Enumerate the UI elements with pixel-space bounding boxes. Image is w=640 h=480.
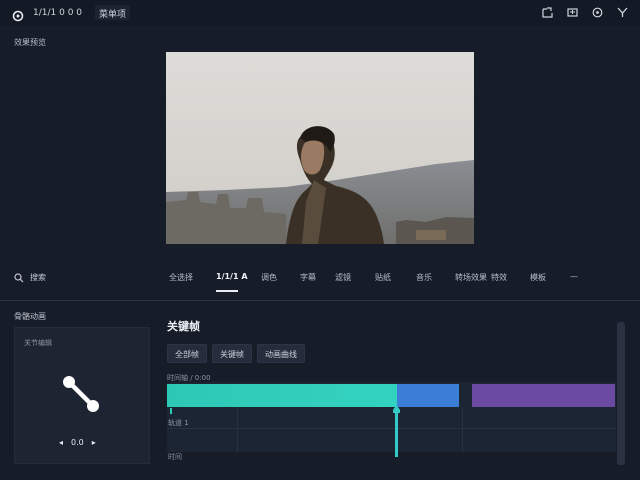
joint-value: 0.0 xyxy=(71,438,84,447)
keyframe-marker[interactable] xyxy=(170,408,172,414)
top-bar: 1/1/1 0 0 0 菜单项 xyxy=(0,0,640,26)
preview-label: 效果预览 xyxy=(14,38,46,47)
menu-button[interactable]: 菜单项 xyxy=(95,5,131,20)
tab-music[interactable]: 音乐 xyxy=(416,272,432,283)
tab-subtitle[interactable]: 字幕 xyxy=(300,272,316,283)
project-name: 1/1/1 0 0 0 xyxy=(33,8,83,18)
section-divider xyxy=(0,300,640,301)
tab-color[interactable]: 调色 xyxy=(261,272,277,283)
share-icon[interactable] xyxy=(616,6,629,19)
search-tool-label: 搜索 xyxy=(30,273,46,282)
tab-effects[interactable]: 特效 xyxy=(491,272,507,283)
time-label: 时间 xyxy=(168,453,182,461)
tab-more[interactable]: — xyxy=(570,272,578,281)
skeleton-panel[interactable]: 关节编辑 ◂ 0.0 ▸ xyxy=(14,327,150,464)
tab-transition[interactable]: 转场效果 xyxy=(455,272,487,283)
tab-select-all[interactable]: 全选择 xyxy=(169,272,193,283)
vertical-scrollbar[interactable] xyxy=(617,322,625,465)
increase-icon[interactable]: ▸ xyxy=(92,438,96,447)
expand-icon[interactable] xyxy=(566,6,579,19)
bone-joint-icon[interactable] xyxy=(61,374,101,414)
timeline-gridline xyxy=(167,428,616,429)
timeline-clip-teal[interactable] xyxy=(167,384,397,407)
playhead[interactable] xyxy=(395,407,398,457)
video-preview[interactable] xyxy=(166,52,474,244)
active-tab-indicator xyxy=(216,290,238,292)
tab-template[interactable]: 模板 xyxy=(530,272,546,283)
track-row-label: 轨道 1 xyxy=(168,419,189,427)
tab-active[interactable]: 1/1/1 A xyxy=(216,272,248,281)
animation-curve-button[interactable]: 动画曲线 xyxy=(257,344,305,363)
timeline-gridline xyxy=(462,407,463,452)
search-icon xyxy=(14,272,24,282)
search-tool[interactable]: 搜索 xyxy=(14,272,46,283)
tab-filter[interactable]: 滤镜 xyxy=(335,272,351,283)
keyframes-button[interactable]: 关键帧 xyxy=(212,344,252,363)
tab-sticker[interactable]: 贴纸 xyxy=(375,272,391,283)
editor-title: 关键帧 xyxy=(167,320,200,333)
timeline-clip-blue[interactable] xyxy=(397,384,459,407)
export-icon[interactable] xyxy=(541,6,554,19)
logo-icon xyxy=(12,7,24,22)
timeline-gridline xyxy=(237,407,238,452)
preview-image xyxy=(166,52,474,244)
settings-icon[interactable] xyxy=(591,6,604,19)
all-frames-button[interactable]: 全部帧 xyxy=(167,344,207,363)
left-panel-title: 骨骼动画 xyxy=(14,312,46,321)
timeline-clip-purple[interactable] xyxy=(472,384,615,407)
left-panel-subtitle: 关节编辑 xyxy=(24,339,52,347)
joint-control[interactable]: ◂ 0.0 ▸ xyxy=(59,438,96,447)
decrease-icon[interactable]: ◂ xyxy=(59,438,63,447)
